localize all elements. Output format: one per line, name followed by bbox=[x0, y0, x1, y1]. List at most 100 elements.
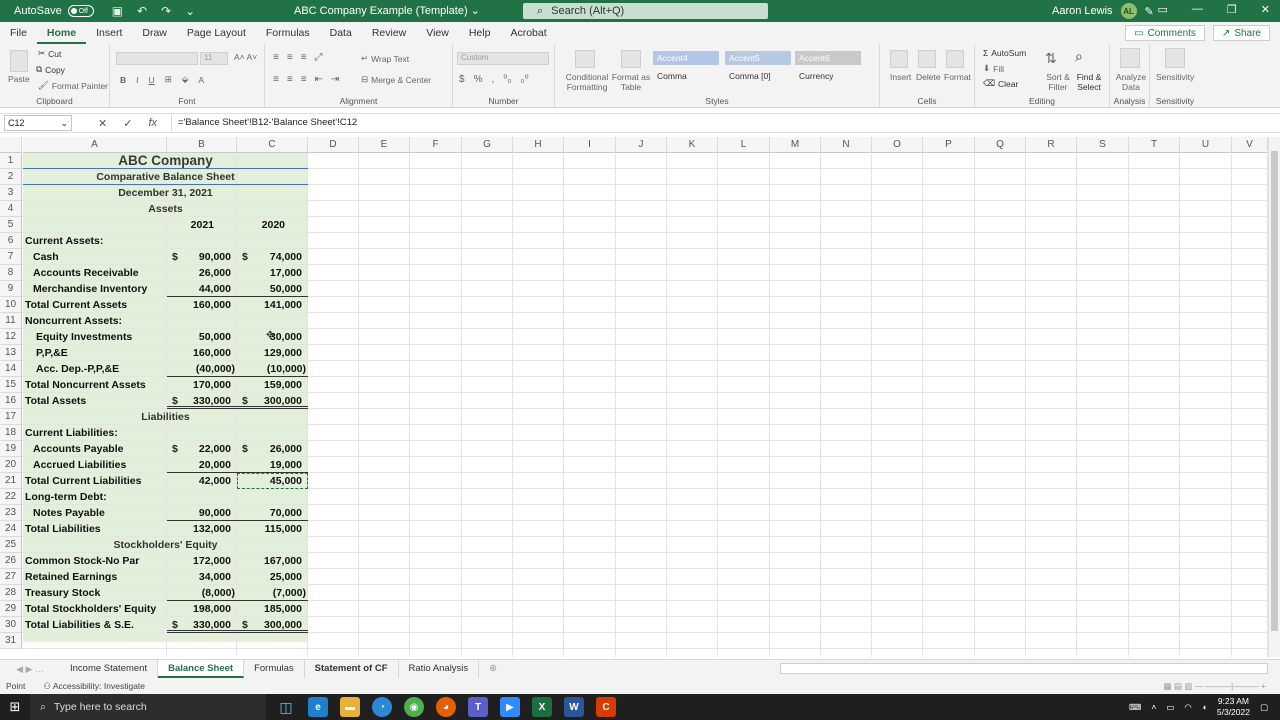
bold-icon[interactable]: B bbox=[120, 75, 126, 85]
tab-home[interactable]: Home bbox=[36, 22, 87, 44]
row-header-4[interactable]: 4 bbox=[0, 201, 22, 217]
column-header-M[interactable]: M bbox=[770, 137, 821, 153]
value-2021-row-15[interactable]: 170,000 bbox=[167, 377, 237, 393]
row-header-10[interactable]: 10 bbox=[0, 297, 22, 313]
sensitivity-button[interactable]: Sensitivity bbox=[1156, 72, 1194, 82]
font-name-select[interactable] bbox=[116, 52, 198, 65]
align-bottom-icon[interactable]: ≡ bbox=[301, 52, 307, 63]
increase-decimal-icon[interactable]: ⁰₀ bbox=[503, 74, 511, 85]
taskbar-clock[interactable]: 9:23 AM 5/3/2022 bbox=[1217, 696, 1250, 718]
cut-button[interactable]: ✂ Cut bbox=[38, 48, 61, 59]
row-header-29[interactable]: 29 bbox=[0, 601, 22, 617]
value-2020-row-10[interactable]: 141,000 bbox=[237, 297, 308, 313]
value-2021-row-21[interactable]: 42,000 bbox=[167, 473, 237, 489]
delete-cells-icon[interactable] bbox=[918, 50, 936, 68]
tab-page-layout[interactable]: Page Layout bbox=[177, 22, 256, 44]
format-button[interactable]: Format bbox=[944, 72, 971, 82]
value-2021-row-28[interactable]: (8,000) bbox=[167, 585, 237, 601]
fill-button[interactable]: ⬇ Fill bbox=[983, 63, 1004, 74]
row-header-11[interactable]: 11 bbox=[0, 313, 22, 329]
row-header-1[interactable]: 1 bbox=[0, 153, 22, 169]
row-header-14[interactable]: 14 bbox=[0, 361, 22, 377]
worksheet-grid[interactable]: A B C D E F G H I J K L M N O P Q R S T U V 1 2 3 4 5 6 7 8 9 10 11 12 13 1… bbox=[0, 137, 1280, 657]
value-2020-row-20[interactable]: 19,000 bbox=[237, 457, 308, 473]
accounting-icon[interactable]: $ bbox=[459, 74, 465, 85]
copy-button[interactable]: ⧉ Copy bbox=[36, 64, 65, 75]
value-2021-row-24[interactable]: 132,000 bbox=[167, 521, 237, 537]
row-header-3[interactable]: 3 bbox=[0, 185, 22, 201]
paste-button[interactable]: Paste bbox=[8, 74, 30, 84]
style-comma[interactable]: Comma bbox=[653, 69, 719, 83]
row-header-8[interactable]: 8 bbox=[0, 265, 22, 281]
clear-button[interactable]: ⌫ Clear bbox=[983, 78, 1018, 89]
row-header-12[interactable]: 12 bbox=[0, 329, 22, 345]
value-2021-row-27[interactable]: 34,000 bbox=[167, 569, 237, 585]
row-header-24[interactable]: 24 bbox=[0, 521, 22, 537]
font-size-select[interactable]: 11 bbox=[200, 52, 228, 65]
taskbar-search[interactable]: ⌕ Type here to search bbox=[30, 694, 266, 720]
autosum-button[interactable]: Σ AutoSum bbox=[983, 48, 1026, 58]
conditional-formatting-icon[interactable] bbox=[575, 50, 595, 68]
zoom-slider[interactable]: ▦ ▤ ▥ — ———|——— + bbox=[1163, 681, 1266, 692]
column-header-S[interactable]: S bbox=[1077, 137, 1129, 153]
row-header-27[interactable]: 27 bbox=[0, 569, 22, 585]
row-header-30[interactable]: 30 bbox=[0, 617, 22, 633]
chrome-icon[interactable]: ◉ bbox=[404, 697, 424, 717]
tab-insert[interactable]: Insert bbox=[86, 22, 132, 44]
minimize-icon[interactable]: — bbox=[1192, 3, 1203, 16]
document-title[interactable]: ABC Company Example (Template) ⌄ bbox=[294, 4, 480, 17]
tab-help[interactable]: Help bbox=[459, 22, 501, 44]
row-header-28[interactable]: 28 bbox=[0, 585, 22, 601]
fill-color-icon[interactable]: ⬙ bbox=[182, 74, 189, 85]
horizontal-scrollbar[interactable] bbox=[780, 663, 1268, 674]
row-header-18[interactable]: 18 bbox=[0, 425, 22, 441]
tab-formulas[interactable]: Formulas bbox=[256, 22, 320, 44]
sort-filter-icon[interactable]: ⇅ bbox=[1045, 50, 1057, 67]
customize-icon[interactable]: ⌄ bbox=[185, 4, 195, 18]
sheet-tab-ratio-analysis[interactable]: Ratio Analysis bbox=[399, 660, 480, 678]
add-sheet-icon[interactable]: ⊕ bbox=[479, 660, 507, 678]
column-header-E[interactable]: E bbox=[359, 137, 410, 153]
value-2020-row-23[interactable]: 70,000 bbox=[237, 505, 308, 521]
number-format-select[interactable]: Custom bbox=[457, 52, 549, 65]
row-header-6[interactable]: 6 bbox=[0, 233, 22, 249]
row-header-20[interactable]: 20 bbox=[0, 457, 22, 473]
value-2021-row-29[interactable]: 198,000 bbox=[167, 601, 237, 617]
value-2020-row-28[interactable]: (7,000) bbox=[237, 585, 308, 601]
column-header-O[interactable]: O bbox=[872, 137, 923, 153]
grow-font-icon[interactable]: A˄ A˅ bbox=[234, 52, 257, 62]
sheet-tab-formulas[interactable]: Formulas bbox=[244, 660, 305, 678]
value-2021-row-8[interactable]: 26,000 bbox=[167, 265, 237, 281]
value-2020-row-27[interactable]: 25,000 bbox=[237, 569, 308, 585]
row-header-22[interactable]: 22 bbox=[0, 489, 22, 505]
column-header-F[interactable]: F bbox=[410, 137, 462, 153]
chevron-up-icon[interactable]: ˄ bbox=[1151, 702, 1156, 712]
file-explorer-icon[interactable]: ▬ bbox=[340, 697, 360, 717]
formula-input[interactable]: ='Balance Sheet'!B12-'Balance Sheet'!C12 bbox=[171, 115, 357, 131]
value-2020-row-26[interactable]: 167,000 bbox=[237, 553, 308, 569]
value-2020-row-8[interactable]: 17,000 bbox=[237, 265, 308, 281]
value-2021-row-12[interactable]: 50,000 bbox=[167, 329, 237, 345]
align-right-icon[interactable]: ≡ bbox=[301, 74, 307, 85]
ie-icon[interactable]: e bbox=[308, 697, 328, 717]
restore-icon[interactable]: ❐ bbox=[1227, 3, 1237, 16]
find-select-button[interactable]: Find & Select bbox=[1073, 72, 1105, 92]
conditional-formatting-button[interactable]: Conditional Formatting bbox=[561, 72, 613, 92]
value-2021-row-9[interactable]: 44,000 bbox=[167, 281, 237, 297]
cancel-icon[interactable]: ✕ bbox=[98, 117, 107, 130]
sensitivity-icon[interactable] bbox=[1165, 48, 1185, 68]
user-account[interactable]: Aaron Lewis AL ✎ bbox=[1052, 3, 1154, 19]
column-header-B[interactable]: B bbox=[167, 137, 237, 153]
value-2021-row-26[interactable]: 172,000 bbox=[167, 553, 237, 569]
redo-icon[interactable]: ↷ bbox=[161, 4, 171, 18]
value-2020-row-13[interactable]: 129,000 bbox=[237, 345, 308, 361]
analyze-data-button[interactable]: Analyze Data bbox=[1114, 72, 1148, 92]
column-header-T[interactable]: T bbox=[1129, 137, 1180, 153]
row-header-26[interactable]: 26 bbox=[0, 553, 22, 569]
vertical-scrollbar[interactable] bbox=[1268, 137, 1280, 657]
sheet-tab-statement-of-cf[interactable]: Statement of CF bbox=[305, 660, 399, 678]
volume-icon[interactable]: ◖ bbox=[1202, 702, 1207, 712]
value-2021-row-14[interactable]: (40,000) bbox=[167, 361, 237, 377]
italic-icon[interactable]: I bbox=[136, 75, 138, 85]
value-2021-row-20[interactable]: 20,000 bbox=[167, 457, 237, 473]
